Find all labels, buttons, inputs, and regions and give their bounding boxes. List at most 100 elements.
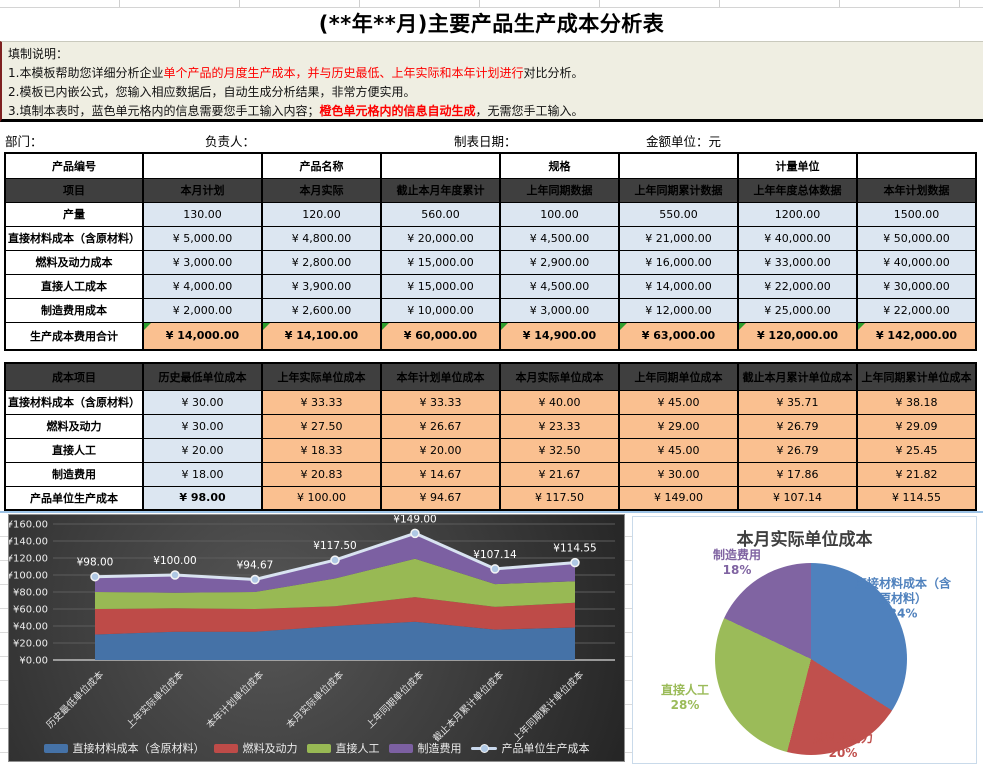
value-cell[interactable]: ¥ 142,000.00 xyxy=(857,322,976,350)
legend-label: 产品单位生产成本 xyxy=(502,740,590,756)
value-cell[interactable]: ¥ 26.67 xyxy=(381,414,500,438)
value-cell[interactable]: ¥ 25,000.00 xyxy=(738,298,857,322)
value-cell[interactable]: ¥ 14,900.00 xyxy=(500,322,619,350)
value-cell[interactable]: ¥ 16,000.00 xyxy=(619,250,738,274)
department-label[interactable]: 部门： xyxy=(5,131,43,150)
product-info-input[interactable] xyxy=(143,153,262,178)
value-cell[interactable]: ¥ 33,000.00 xyxy=(738,250,857,274)
value-cell[interactable]: ¥ 4,000.00 xyxy=(143,274,262,298)
value-cell[interactable]: 550.00 xyxy=(619,202,738,226)
value-cell[interactable]: ¥ 30.00 xyxy=(143,390,262,414)
value-cell[interactable]: ¥ 40.00 xyxy=(500,390,619,414)
value-cell[interactable]: ¥ 40,000.00 xyxy=(738,226,857,250)
value-cell[interactable]: ¥ 14,100.00 xyxy=(262,322,381,350)
value-cell[interactable]: ¥ 15,000.00 xyxy=(381,250,500,274)
value-cell[interactable]: ¥ 22,000.00 xyxy=(738,274,857,298)
product-info-input[interactable] xyxy=(857,153,976,178)
value-cell[interactable]: ¥ 33.33 xyxy=(381,390,500,414)
pie-chart[interactable]: 本月实际单位成本 直接材料成本（含原材料） 34% 燃料及动力 20% 直接人工… xyxy=(632,516,977,764)
value-cell[interactable]: ¥ 27.50 xyxy=(262,414,381,438)
value-cell[interactable]: ¥ 2,000.00 xyxy=(143,298,262,322)
value-cell[interactable]: ¥ 20,000.00 xyxy=(381,226,500,250)
table-row: 生产成本费用合计¥ 14,000.00¥ 14,100.00¥ 60,000.0… xyxy=(5,322,976,350)
value-cell[interactable]: ¥ 149.00 xyxy=(619,486,738,510)
legend-item[interactable]: 直接材料成本（含原材料） xyxy=(44,740,205,756)
value-cell[interactable]: ¥ 45.00 xyxy=(619,438,738,462)
value-cell[interactable]: ¥ 25.45 xyxy=(857,438,976,462)
unit-cost-area-chart[interactable]: ¥0.00¥20.00¥40.00¥60.00¥80.00¥100.00¥120… xyxy=(8,514,625,762)
value-cell[interactable]: ¥ 2,900.00 xyxy=(500,250,619,274)
legend-item[interactable]: 直接人工 xyxy=(307,740,380,756)
value-cell[interactable]: 120.00 xyxy=(262,202,381,226)
value-cell[interactable]: 560.00 xyxy=(381,202,500,226)
value-cell[interactable]: ¥ 21.67 xyxy=(500,462,619,486)
value-cell[interactable]: ¥ 23.33 xyxy=(500,414,619,438)
value-cell[interactable]: ¥ 21,000.00 xyxy=(619,226,738,250)
value-cell[interactable]: ¥ 50,000.00 xyxy=(857,226,976,250)
value-cell[interactable]: ¥ 3,000.00 xyxy=(500,298,619,322)
value-cell[interactable]: ¥ 98.00 xyxy=(143,486,262,510)
value-cell[interactable]: ¥ 14,000.00 xyxy=(619,274,738,298)
value-cell[interactable]: ¥ 33.33 xyxy=(262,390,381,414)
legend-swatch-icon xyxy=(44,744,68,753)
value-cell[interactable]: ¥ 2,800.00 xyxy=(262,250,381,274)
report-date-label[interactable]: 制表日期： xyxy=(454,131,517,150)
legend-item[interactable]: 产品单位生产成本 xyxy=(471,740,590,756)
value-cell[interactable]: ¥ 38.18 xyxy=(857,390,976,414)
value-cell[interactable]: 1200.00 xyxy=(738,202,857,226)
value-cell[interactable]: ¥ 30.00 xyxy=(143,414,262,438)
value-cell[interactable]: ¥ 4,500.00 xyxy=(500,226,619,250)
value-cell[interactable]: ¥ 3,000.00 xyxy=(143,250,262,274)
value-cell[interactable]: ¥ 17.86 xyxy=(738,462,857,486)
value-cell[interactable]: ¥ 29.00 xyxy=(619,414,738,438)
value-cell[interactable]: ¥ 22,000.00 xyxy=(857,298,976,322)
value-cell[interactable]: ¥ 45.00 xyxy=(619,390,738,414)
value-cell[interactable]: ¥ 10,000.00 xyxy=(381,298,500,322)
product-info-label: 计量单位 xyxy=(738,153,857,178)
table-row: 制造费用¥ 18.00¥ 20.83¥ 14.67¥ 21.67¥ 30.00¥… xyxy=(5,462,976,486)
value-cell[interactable]: ¥ 60,000.00 xyxy=(381,322,500,350)
value-cell[interactable]: ¥ 35.71 xyxy=(738,390,857,414)
value-cell[interactable]: ¥ 20.00 xyxy=(381,438,500,462)
value-cell[interactable]: 100.00 xyxy=(500,202,619,226)
product-info-input[interactable] xyxy=(381,153,500,178)
value-cell[interactable]: ¥ 14,000.00 xyxy=(143,322,262,350)
value-cell[interactable]: ¥ 107.14 xyxy=(738,486,857,510)
value-cell[interactable]: ¥ 32.50 xyxy=(500,438,619,462)
value-cell[interactable]: 1500.00 xyxy=(857,202,976,226)
value-cell[interactable]: ¥ 30.00 xyxy=(619,462,738,486)
value-cell[interactable]: ¥ 3,900.00 xyxy=(262,274,381,298)
value-cell[interactable]: ¥ 26.79 xyxy=(738,438,857,462)
legend-label: 直接材料成本（含原材料） xyxy=(73,740,205,756)
legend-item[interactable]: 燃料及动力 xyxy=(214,740,298,756)
value-cell[interactable]: ¥ 117.50 xyxy=(500,486,619,510)
value-cell[interactable]: ¥ 12,000.00 xyxy=(619,298,738,322)
value-cell[interactable]: ¥ 63,000.00 xyxy=(619,322,738,350)
value-cell[interactable]: ¥ 20.00 xyxy=(143,438,262,462)
value-cell[interactable]: ¥ 29.09 xyxy=(857,414,976,438)
row-label: 生产成本费用合计 xyxy=(5,322,143,350)
value-cell[interactable]: ¥ 94.67 xyxy=(381,486,500,510)
legend-item[interactable]: 制造费用 xyxy=(389,740,462,756)
value-cell[interactable]: ¥ 4,500.00 xyxy=(500,274,619,298)
amount-unit-label[interactable]: 金额单位：元 xyxy=(646,131,721,150)
value-cell[interactable]: ¥ 2,600.00 xyxy=(262,298,381,322)
value-cell[interactable]: ¥ 30,000.00 xyxy=(857,274,976,298)
value-cell[interactable]: ¥ 5,000.00 xyxy=(143,226,262,250)
value-cell[interactable]: ¥ 114.55 xyxy=(857,486,976,510)
value-cell[interactable]: ¥ 120,000.00 xyxy=(738,322,857,350)
value-cell[interactable]: ¥ 18.33 xyxy=(262,438,381,462)
manager-label[interactable]: 负责人： xyxy=(205,131,255,150)
value-cell[interactable]: ¥ 15,000.00 xyxy=(381,274,500,298)
value-cell[interactable]: ¥ 18.00 xyxy=(143,462,262,486)
value-cell[interactable]: ¥ 26.79 xyxy=(738,414,857,438)
value-cell[interactable]: ¥ 100.00 xyxy=(262,486,381,510)
monthly-cost-table: 产品编号产品名称规格计量单位项目本月计划本月实际截止本月年度累计上年同期数据上年… xyxy=(4,152,977,351)
value-cell[interactable]: ¥ 20.83 xyxy=(262,462,381,486)
value-cell[interactable]: 130.00 xyxy=(143,202,262,226)
value-cell[interactable]: ¥ 21.82 xyxy=(857,462,976,486)
product-info-input[interactable] xyxy=(619,153,738,178)
value-cell[interactable]: ¥ 14.67 xyxy=(381,462,500,486)
value-cell[interactable]: ¥ 4,800.00 xyxy=(262,226,381,250)
value-cell[interactable]: ¥ 40,000.00 xyxy=(857,250,976,274)
